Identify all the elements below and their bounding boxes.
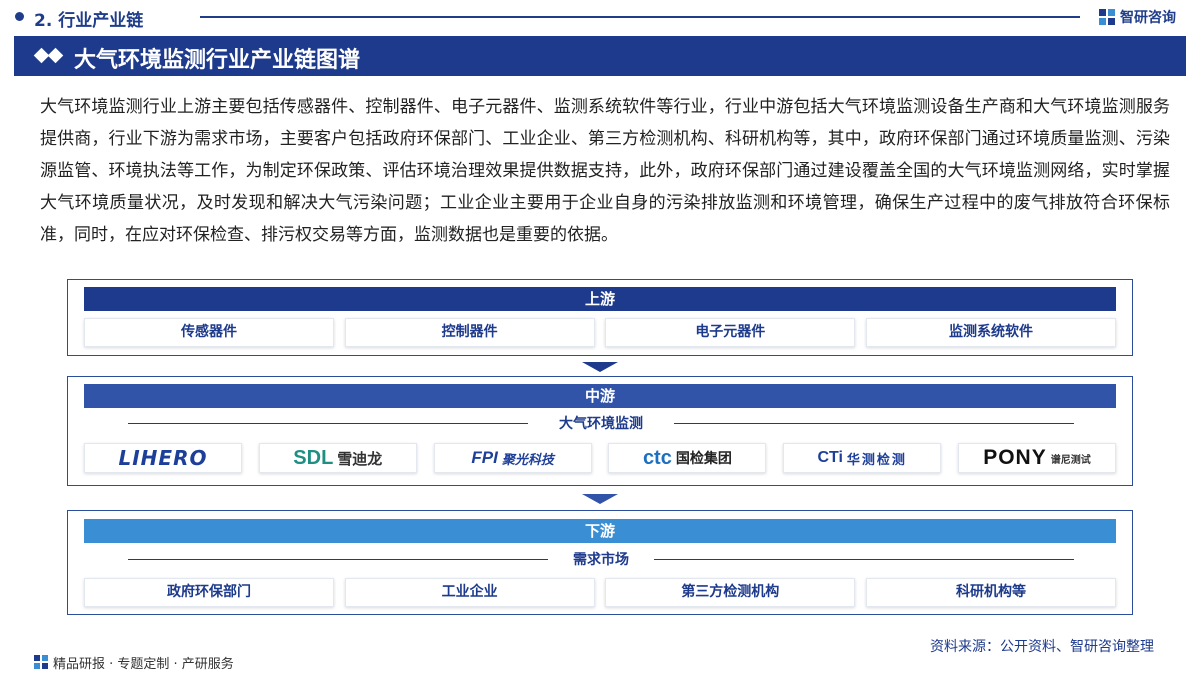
sdl-wordmark: SDL: [293, 446, 334, 469]
brand-name: 智研咨询: [1120, 10, 1176, 26]
footer-slogan: 精品研报 · 专题定制 · 产研服务: [34, 653, 234, 672]
company-logos: LIHERO SDL 雪迪龙 FPI 聚光科技 ctc 国检集团 CTi 华测检…: [84, 443, 1116, 473]
source-note: 资料来源：公开资料、智研咨询整理: [930, 639, 1154, 655]
diamond-icon: [47, 47, 64, 64]
top-bar: 2. 行业产业链 智研咨询: [0, 0, 1200, 34]
brand-logo: 智研咨询: [1098, 6, 1176, 28]
lihero-wordmark: LIHERO: [118, 446, 208, 470]
fpi-wordmark: FPI: [471, 448, 498, 467]
upstream-item: 电子元器件: [605, 318, 856, 347]
logo-lihero: LIHERO: [84, 443, 242, 473]
pony-cn-name: 谱尼测试: [1050, 454, 1091, 466]
sdl-cn-name: 雪迪龙: [337, 449, 383, 468]
logo-pony: PONY 谱尼测试: [957, 443, 1116, 473]
downstream-item: 科研机构等: [865, 578, 1116, 607]
logo-fpi: FPI 聚光科技: [433, 443, 592, 473]
page-title: 大气环境监测行业产业链图谱: [74, 48, 361, 73]
upstream-title: 上游: [84, 287, 1116, 311]
ctc-cn-name: 国检集团: [675, 451, 732, 467]
downstream-item: 工业企业: [344, 578, 595, 607]
divider-line: [674, 423, 1074, 424]
downstream-subtitle-row: 需求市场: [128, 549, 1074, 569]
header-divider: [200, 16, 1080, 18]
description-paragraph: 大气环境监测行业上游主要包括传感器件、控制器件、电子元器件、监测系统软件等行业，…: [40, 97, 1170, 245]
downstream-title: 下游: [84, 519, 1116, 543]
title-banner: 大气环境监测行业产业链图谱: [14, 36, 1186, 76]
upstream-item: 传感器件: [84, 318, 334, 347]
downstream-items: 政府环保部门 工业企业 第三方检测机构 科研机构等: [84, 578, 1116, 607]
upstream-section: 上游 传感器件 控制器件 电子元器件 监测系统软件: [67, 279, 1133, 356]
pony-wordmark: PONY: [983, 446, 1047, 469]
logo-sdl: SDL 雪迪龙: [258, 443, 417, 473]
brand-mark-icon: [34, 655, 48, 669]
cti-cn-name: 华测检测: [846, 452, 907, 468]
brand-mark-icon: [1099, 9, 1115, 25]
downstream-item: 第三方检测机构: [605, 578, 856, 607]
ctc-wordmark: ctc: [642, 446, 672, 469]
footer-slogan-text: 精品研报 · 专题定制 · 产研服务: [53, 656, 234, 672]
down-arrow-icon: [582, 494, 618, 504]
upstream-item: 监测系统软件: [865, 318, 1116, 347]
fpi-cn-name: 聚光科技: [501, 452, 554, 468]
cti-wordmark: CTi: [817, 449, 843, 466]
midstream-section: 中游 大气环境监测 LIHERO SDL 雪迪龙 FPI 聚光科技 ctc 国检…: [67, 376, 1133, 486]
section-bullet-icon: [15, 12, 24, 21]
logo-cti: CTi 华测检测: [783, 443, 942, 473]
divider-line: [654, 559, 1074, 560]
downstream-section: 下游 需求市场 政府环保部门 工业企业 第三方检测机构 科研机构等: [67, 510, 1133, 615]
midstream-subtitle-row: 大气环境监测: [128, 413, 1074, 433]
midstream-title: 中游: [84, 384, 1116, 408]
section-heading: 2. 行业产业链: [34, 11, 144, 31]
upstream-item: 控制器件: [344, 318, 595, 347]
logo-ctc: ctc 国检集团: [608, 443, 767, 473]
down-arrow-icon: [582, 362, 618, 372]
upstream-items: 传感器件 控制器件 电子元器件 监测系统软件: [84, 318, 1116, 347]
downstream-item: 政府环保部门: [84, 578, 334, 607]
